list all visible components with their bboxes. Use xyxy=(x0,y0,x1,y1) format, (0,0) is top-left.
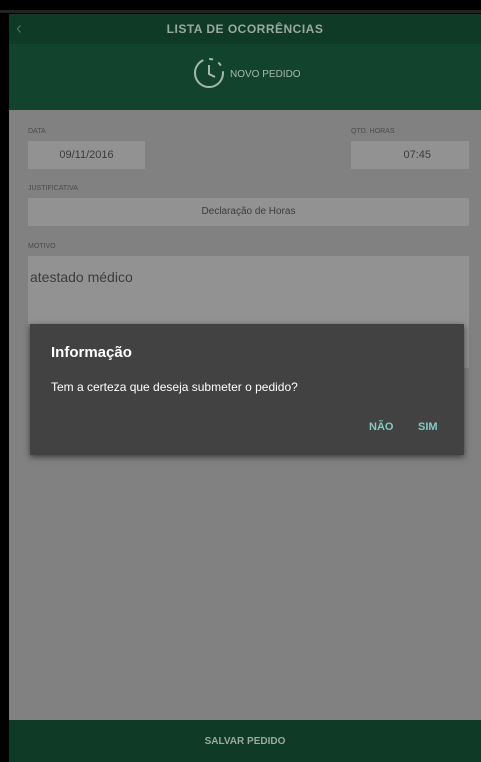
reason-value: atestado médico xyxy=(30,269,133,285)
device-frame: ‹ LISTA DE OCORRÊNCIAS NOVO PEDIDO DATA … xyxy=(0,0,481,762)
hours-value: 07:45 xyxy=(403,149,431,161)
yes-button[interactable]: SIM xyxy=(418,421,438,433)
app-bar: ‹ LISTA DE OCORRÊNCIAS xyxy=(9,14,481,44)
confirmation-dialog: Informação Tem a certeza que deseja subm… xyxy=(30,324,464,455)
justification-label: JUSTIFICATIVA xyxy=(28,185,78,192)
hours-label: QTD. HORAS xyxy=(351,128,395,135)
date-field[interactable]: 09/11/2016 xyxy=(28,141,145,169)
app-screen: ‹ LISTA DE OCORRÊNCIAS NOVO PEDIDO DATA … xyxy=(9,14,481,762)
hours-field[interactable]: 07:45 xyxy=(351,141,469,169)
no-button[interactable]: NÃO xyxy=(369,421,393,433)
new-request-label: NOVO PEDIDO xyxy=(230,69,301,80)
clock-icon xyxy=(194,58,224,88)
reason-field[interactable]: atestado médico xyxy=(28,256,469,324)
dialog-title: Informação xyxy=(51,344,132,361)
justification-select[interactable]: Declaração de Horas xyxy=(28,198,469,226)
page-title: LISTA DE OCORRÊNCIAS xyxy=(166,22,324,36)
save-request-button[interactable]: SALVAR PEDIDO xyxy=(9,736,481,747)
date-label: DATA xyxy=(28,128,46,135)
dialog-message: Tem a certeza que deseja submeter o pedi… xyxy=(51,380,298,394)
top-border-inner xyxy=(0,10,481,13)
reason-label: MOTIVO xyxy=(28,243,56,250)
top-border xyxy=(0,0,481,3)
new-request-header[interactable]: NOVO PEDIDO xyxy=(9,44,481,110)
footer-bar: SALVAR PEDIDO xyxy=(9,720,481,762)
